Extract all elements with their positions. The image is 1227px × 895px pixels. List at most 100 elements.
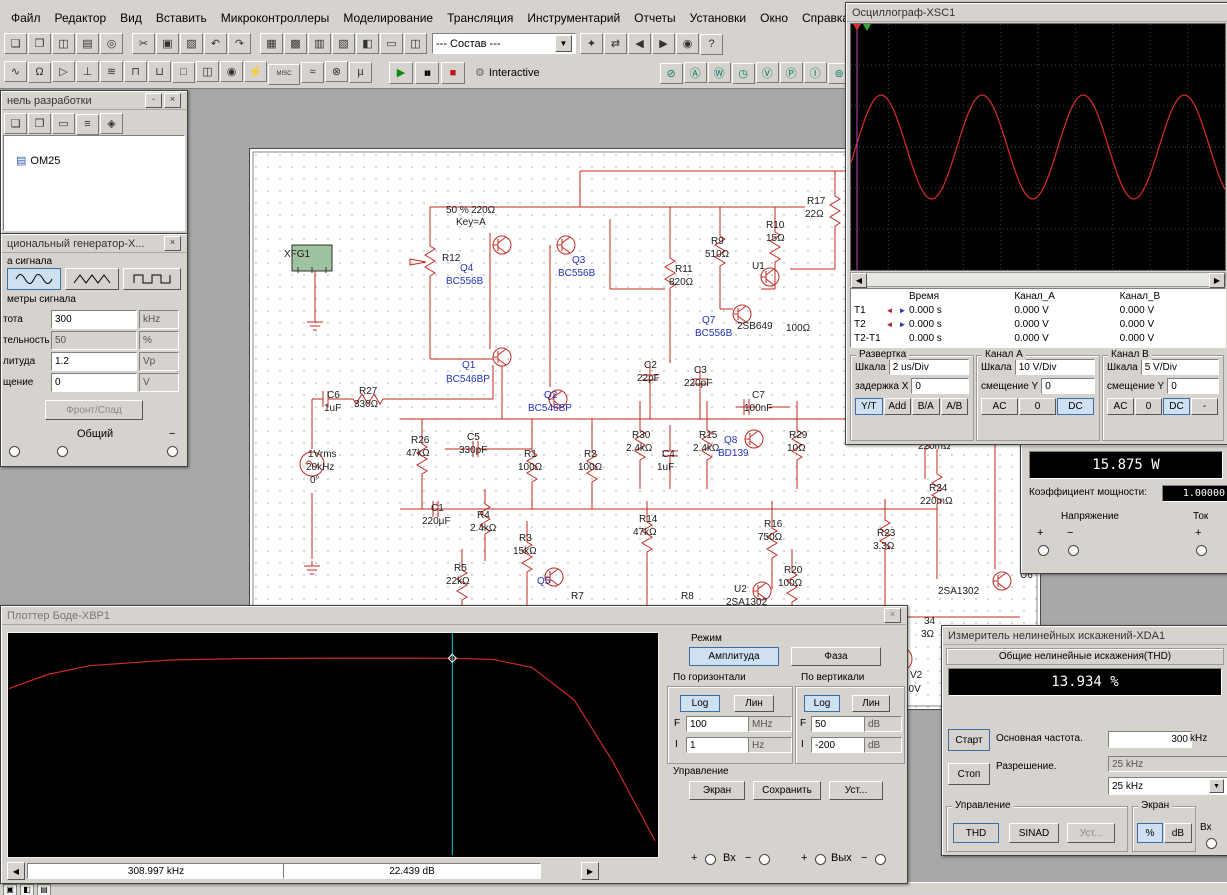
screen-button[interactable]: Экран <box>689 781 745 800</box>
horizontal-lin-button[interactable]: Лин <box>734 695 774 712</box>
taskbar-app-icon-3[interactable]: ▤ <box>37 884 51 895</box>
channel-a-DC-button[interactable]: DC <box>1057 398 1094 415</box>
menu-Вставить[interactable]: Вставить <box>149 9 214 27</box>
taskbar-app-icon-2[interactable]: ◧ <box>20 884 34 895</box>
current-plus-terminal[interactable] <box>1196 545 1207 556</box>
copy-icon[interactable]: ▣ <box>156 33 179 54</box>
transfer-icon[interactable]: ⇄ <box>604 33 627 54</box>
find-icon[interactable]: ◉ <box>676 33 699 54</box>
close-icon[interactable]: × <box>884 608 901 623</box>
channel-b---button[interactable]: - <box>1191 398 1218 415</box>
database-icon[interactable]: ▧ <box>332 33 355 54</box>
menu-Файл[interactable]: Файл <box>4 9 48 27</box>
voltage-minus-terminal[interactable] <box>1068 545 1079 556</box>
in-plus-terminal[interactable] <box>705 854 716 865</box>
vertical-lin-button[interactable]: Лин <box>852 695 890 712</box>
help-icon[interactable]: ? <box>700 34 723 55</box>
minus-terminal[interactable] <box>167 446 178 457</box>
in-minus-terminal[interactable] <box>759 854 770 865</box>
place-mcu-icon[interactable]: µ <box>349 62 372 83</box>
distortion-analyzer-titlebar[interactable]: Измеритель нелинейных искажений-XDA1 <box>943 627 1227 645</box>
sim-error-log-icon[interactable]: ⊘ <box>660 63 683 84</box>
plus-terminal[interactable] <box>9 446 20 457</box>
triangle-wave-button[interactable] <box>65 268 119 290</box>
breadboard-icon[interactable]: ◧ <box>356 33 379 54</box>
voltage-probe-icon[interactable]: Ⓥ <box>756 62 779 83</box>
scroll-left-icon[interactable]: ◀ <box>851 273 867 288</box>
spreadsheet-view-icon[interactable]: ▥ <box>308 33 331 54</box>
sine-wave-button[interactable] <box>7 268 61 290</box>
menu-Редактор[interactable]: Редактор <box>48 9 114 27</box>
fullscreen-icon[interactable]: ▦ <box>260 33 283 54</box>
out-plus-terminal[interactable] <box>815 854 826 865</box>
cursor-left-icon[interactable]: ◄ <box>883 306 896 315</box>
minimize-button[interactable]: - <box>145 93 162 108</box>
square-wave-button[interactable] <box>123 268 181 290</box>
open-icon[interactable]: ❐ <box>28 33 51 54</box>
cursor-right-icon[interactable]: ► <box>896 306 909 315</box>
menu-Окно[interactable]: Окно <box>753 9 795 27</box>
place-indicator-icon[interactable]: ◉ <box>220 61 243 82</box>
timebase-Y/T-button[interactable]: Y/T <box>855 398 883 415</box>
out-minus-terminal[interactable] <box>875 854 886 865</box>
hierarchy-icon[interactable]: ◫ <box>404 33 427 54</box>
save-icon[interactable]: ◫ <box>52 33 75 54</box>
cursor-right-button[interactable]: ▶ <box>581 862 599 880</box>
place-cmos-icon[interactable]: ⊔ <box>148 61 171 82</box>
vertical-i-input[interactable]: -200 <box>811 737 867 753</box>
fundamental-freq-input[interactable]: 300 <box>1108 731 1192 748</box>
fg-param-input[interactable]: 300 <box>51 310 137 329</box>
scroll-track[interactable] <box>867 273 1209 286</box>
chevron-down-icon[interactable]: ▼ <box>555 35 572 52</box>
horizontal-log-button[interactable]: Log <box>680 695 720 712</box>
print-icon[interactable]: ▤ <box>76 33 99 54</box>
rise-fall-button[interactable]: Фронт/Спад <box>45 400 143 420</box>
design-toolbox-icon[interactable]: ▩ <box>284 33 307 54</box>
channel-b-y-input[interactable]: 0 <box>1167 378 1219 394</box>
paste-icon[interactable]: ▨ <box>180 33 203 54</box>
close-icon[interactable]: × <box>164 236 181 251</box>
timebase-A/B-button[interactable]: A/B <box>941 398 969 415</box>
stop-button[interactable]: Стоп <box>948 763 990 785</box>
place-misc-digital-icon[interactable]: □ <box>172 62 195 83</box>
place-misc-icon[interactable]: MISC <box>268 64 300 85</box>
place-power-icon[interactable]: ⚡ <box>244 61 267 82</box>
oscilloscope-titlebar[interactable]: Осциллограф-XSC1 <box>847 4 1227 22</box>
sinad-button[interactable]: SINAD <box>1009 823 1059 843</box>
redo-icon[interactable]: ↷ <box>228 33 251 54</box>
component-wizard-icon[interactable]: ✦ <box>580 33 603 54</box>
cursor-right-icon[interactable]: ► <box>896 320 909 329</box>
menu-Микроконтроллеры[interactable]: Микроконтроллеры <box>214 9 337 27</box>
timebase-Add-button[interactable]: Add <box>884 398 912 415</box>
place-analog-icon[interactable]: ≋ <box>100 61 123 82</box>
horizontal-i-input[interactable]: 1 <box>686 737 750 753</box>
chevron-down-icon[interactable]: ▼ <box>1209 779 1224 793</box>
start-button[interactable]: Старт <box>948 729 990 751</box>
dp-new-icon[interactable]: ❏ <box>4 113 27 134</box>
channel-a-AC-button[interactable]: AC <box>981 398 1018 415</box>
place-rf-icon[interactable]: ≈ <box>301 62 324 83</box>
da-settings-button[interactable]: Уст... <box>1067 823 1115 843</box>
dp-open-icon[interactable]: ❐ <box>28 113 51 134</box>
fg-param-input[interactable]: 0 <box>51 373 137 392</box>
timebase-x-input[interactable]: 0 <box>911 378 969 394</box>
channel-a-0-button[interactable]: 0 <box>1019 398 1056 415</box>
cursor-left-button[interactable]: ◀ <box>7 862 25 880</box>
grapher-icon[interactable]: ▭ <box>380 33 403 54</box>
back-annotate-icon[interactable]: ◀ <box>628 33 651 54</box>
menu-Моделирование[interactable]: Моделирование <box>336 9 440 27</box>
settings-button[interactable]: Уст... <box>829 781 883 800</box>
menu-Инструментарий[interactable]: Инструментарий <box>520 9 627 27</box>
wattmeter-probe-icon[interactable]: Ⓦ <box>708 62 731 83</box>
dp-tree-icon[interactable]: ≡ <box>76 114 99 135</box>
ammeter-probe-icon[interactable]: Ⓐ <box>684 62 707 83</box>
thd-button[interactable]: THD <box>953 823 999 843</box>
project-tree[interactable]: ▤ OM25 <box>3 135 185 231</box>
print-preview-icon[interactable]: ◎ <box>100 33 123 54</box>
place-transistor-icon[interactable]: ⊥ <box>76 61 99 82</box>
project-tree-item[interactable]: ▤ OM25 <box>16 154 60 167</box>
menu-Установки[interactable]: Установки <box>683 9 753 27</box>
bode-plotter-titlebar[interactable]: Плоттер Боде-XBP1 × <box>2 607 906 625</box>
da-input-terminal[interactable] <box>1206 838 1217 849</box>
channel-a-y-input[interactable]: 0 <box>1041 378 1095 394</box>
